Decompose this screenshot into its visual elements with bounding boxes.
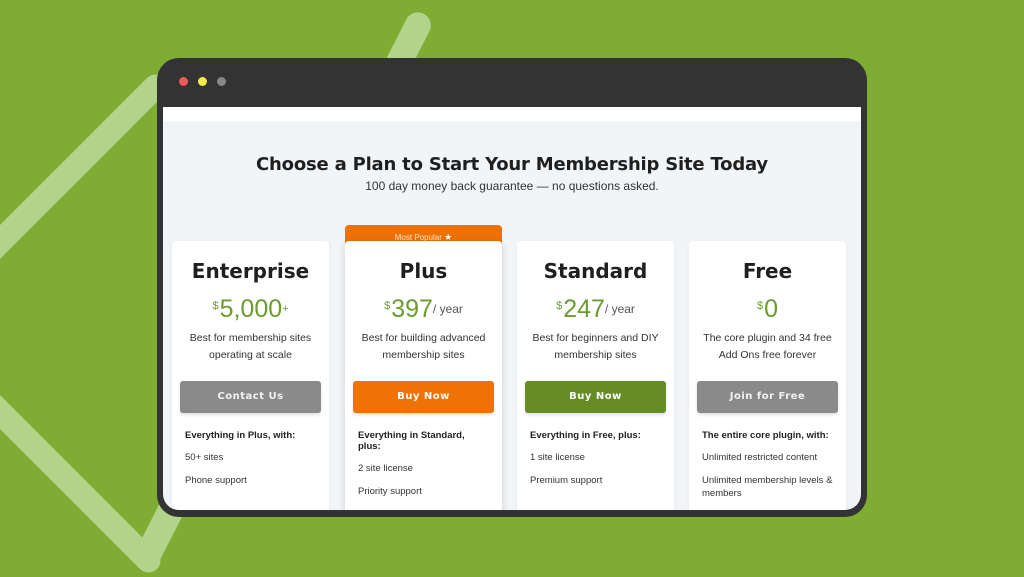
feature-item: Unlimited restricted content (702, 452, 818, 463)
page-top-band (163, 107, 861, 121)
feature-list: Everything in Standard, plus: 2 site lic… (358, 430, 489, 498)
plan-description: Best for building advanced membership si… (361, 332, 486, 361)
plan-card-free: Free $0 The core plugin and 34 free Add … (689, 241, 846, 510)
plan-name: Standard (543, 259, 648, 283)
currency-symbol: $ (756, 300, 764, 312)
currency-symbol: $ (556, 300, 563, 312)
page-title: Choose a Plan to Start Your Membership S… (256, 154, 768, 175)
close-window-button[interactable] (179, 77, 188, 86)
feature-lead: The entire core plugin, with: (702, 430, 829, 441)
currency-symbol: $ (212, 300, 219, 312)
feature-lead: Everything in Plus, with: (185, 430, 296, 441)
plan-description: The core plugin and 34 free Add Ons free… (703, 332, 832, 361)
price-suffix: + (282, 303, 289, 315)
page-content: Choose a Plan to Start Your Membership S… (163, 107, 861, 510)
browser-window: Choose a Plan to Start Your Membership S… (157, 58, 867, 517)
price-amount: 0 (764, 295, 779, 323)
plan-card-enterprise: Enterprise $5,000+ Best for membership s… (172, 241, 329, 510)
feature-item: 50+ sites (185, 452, 224, 463)
page-subtitle: 100 day money back guarantee — no questi… (365, 179, 659, 193)
plan-description: Best for membership sites operating at s… (189, 332, 312, 361)
plan-price: $397/ year (345, 291, 502, 324)
price-amount: 5,000 (219, 295, 283, 323)
buy-now-plus-button[interactable]: Buy Now (353, 381, 494, 413)
buy-now-standard-button[interactable]: Buy Now (525, 381, 666, 413)
feature-lead: Everything in Free, plus: (530, 430, 641, 441)
plan-card-plus: Plus $397/ year Best for building advanc… (345, 241, 502, 510)
plan-name: Plus (399, 259, 448, 283)
plan-card-standard: Standard $247/ year Best for beginners a… (517, 241, 674, 510)
plan-price: $5,000+ (172, 291, 329, 324)
window-titlebar (157, 58, 867, 107)
plan-name: Enterprise (191, 259, 310, 283)
contact-us-button[interactable]: Contact Us (180, 381, 321, 413)
feature-item: 1 site license (530, 452, 585, 463)
plan-description: Best for beginners and DIY membership si… (532, 332, 659, 361)
price-amount: 397 (391, 295, 433, 323)
price-amount: 247 (563, 295, 605, 323)
plan-price: $0 (689, 291, 846, 324)
feature-list: The entire core plugin, with: Unlimited … (702, 430, 833, 500)
plan-name: Free (742, 259, 793, 283)
feature-item: Unlimited membership levels & members (702, 475, 833, 499)
feature-list: Everything in Free, plus: 1 site license… (530, 430, 661, 487)
decorative-stripe (0, 69, 173, 271)
feature-item: Premium support (530, 475, 603, 486)
pricing-cards: Most Popular ★ Enterprise $5,000+ Best f… (172, 225, 856, 510)
price-suffix: / year (432, 302, 463, 316)
feature-item: Phone support (185, 475, 247, 486)
feature-item: 2 site license (358, 463, 413, 474)
feature-list: Everything in Plus, with: 50+ sites Phon… (185, 430, 316, 487)
maximize-window-button[interactable] (217, 77, 226, 86)
feature-item: Priority support (358, 486, 422, 497)
plan-price: $247/ year (517, 291, 674, 324)
minimize-window-button[interactable] (198, 77, 207, 86)
join-for-free-button[interactable]: Join for Free (697, 381, 838, 413)
currency-symbol: $ (384, 300, 391, 312)
feature-lead: Everything in Standard, plus: (358, 430, 465, 452)
price-suffix: / year (604, 302, 635, 316)
